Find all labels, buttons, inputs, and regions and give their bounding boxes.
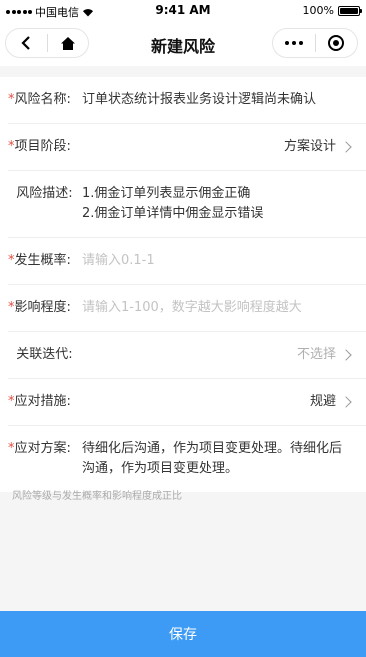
close-miniapp-button[interactable] <box>316 29 358 57</box>
probability-input[interactable]: 请输入0.1-1 <box>82 251 350 271</box>
plan-label: *应对方案: <box>8 441 71 456</box>
risk-name-input[interactable]: 订单状态统计报表业务设计逻辑尚未确认 <box>82 90 350 110</box>
more-button[interactable] <box>273 29 315 57</box>
probability-label: *发生概率: <box>8 253 71 268</box>
save-button[interactable]: 保存 <box>0 611 366 657</box>
iteration-row[interactable]: 关联迭代: 不选择 <box>8 332 366 379</box>
iteration-label: 关联迭代: <box>16 347 73 362</box>
nav-bar: 新建风险 <box>0 22 366 66</box>
chevron-right-icon <box>340 396 352 408</box>
measure-value[interactable]: 规避 <box>82 392 340 412</box>
risk-desc-line-2: 2.佣金订单详情中佣金显示错误 <box>82 206 264 221</box>
more-icon <box>284 41 303 45</box>
status-bar: 中国电信 9:41 AM 100% <box>0 0 366 22</box>
iteration-value[interactable]: 不选择 <box>82 345 340 365</box>
plan-row[interactable]: *应对方案: 待细化后沟通，作为项目变更处理。待细化后沟通，作为项目变更处理。 <box>8 426 366 492</box>
risk-name-label: *风险名称: <box>8 92 71 107</box>
project-stage-label: *项目阶段: <box>8 139 71 154</box>
risk-desc-line-1: 1.佣金订单列表显示佣金正确 <box>82 186 251 201</box>
measure-label: *应对措施: <box>8 394 71 409</box>
risk-desc-label: 风险描述: <box>16 186 73 201</box>
status-right: 100% <box>302 4 362 17</box>
target-icon <box>328 35 345 51</box>
plan-textarea[interactable]: 待细化后沟通，作为项目变更处理。待细化后沟通，作为项目变更处理。 <box>82 439 350 479</box>
risk-hint: 风险等级与发生概率和影响程度成正比 <box>12 491 182 502</box>
risk-form: *风险名称: 订单状态统计报表业务设计逻辑尚未确认 *项目阶段: 方案设计 风险… <box>0 77 366 492</box>
impact-label: *影响程度: <box>8 300 71 315</box>
risk-desc-row[interactable]: 风险描述: 1.佣金订单列表显示佣金正确 2.佣金订单详情中佣金显示错误 <box>8 171 366 238</box>
chevron-right-icon <box>340 349 352 361</box>
measure-row[interactable]: *应对措施: 规避 <box>8 379 366 426</box>
impact-row[interactable]: *影响程度: 请输入1-100，数字越大影响程度越大 <box>8 285 366 332</box>
battery-percent: 100% <box>302 4 334 17</box>
risk-desc-textarea[interactable]: 1.佣金订单列表显示佣金正确 2.佣金订单详情中佣金显示错误 <box>82 184 350 224</box>
chevron-right-icon <box>340 141 352 153</box>
project-stage-row[interactable]: *项目阶段: 方案设计 <box>8 124 366 171</box>
probability-row[interactable]: *发生概率: 请输入0.1-1 <box>8 238 366 285</box>
project-stage-value[interactable]: 方案设计 <box>82 137 340 157</box>
impact-input[interactable]: 请输入1-100，数字越大影响程度越大 <box>82 298 350 318</box>
risk-name-row[interactable]: *风险名称: 订单状态统计报表业务设计逻辑尚未确认 <box>8 77 366 124</box>
nav-right-capsule <box>272 28 358 58</box>
battery-icon <box>338 5 362 16</box>
